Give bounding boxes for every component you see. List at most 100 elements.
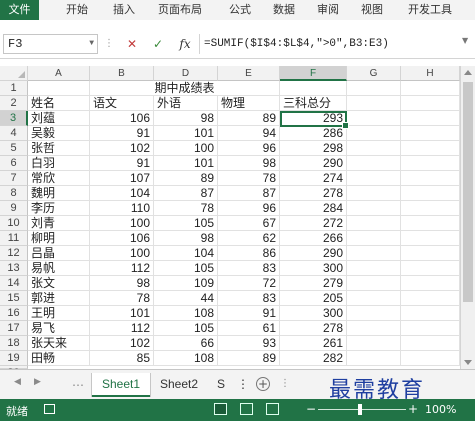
row-header[interactable]: 2: [0, 96, 28, 111]
scroll-up-icon[interactable]: [464, 70, 472, 75]
cell[interactable]: [401, 306, 460, 321]
cell-english[interactable]: 101: [154, 126, 218, 141]
cell-english[interactable]: 87: [154, 186, 218, 201]
cell-chinese[interactable]: 101: [90, 306, 154, 321]
header-cell-english[interactable]: 外语: [154, 96, 218, 111]
sheet-tab-truncated[interactable]: S: [207, 373, 235, 395]
cell[interactable]: [401, 81, 460, 96]
formula-input[interactable]: =SUMIF($I$4:$L$4,">0",B3:E3): [199, 34, 461, 54]
cell[interactable]: [401, 276, 460, 291]
cell-chinese[interactable]: 106: [90, 111, 154, 126]
cell-total[interactable]: 278: [280, 186, 347, 201]
row-header[interactable]: 5: [0, 141, 28, 156]
cell-physics[interactable]: 98: [218, 156, 280, 171]
zoom-out-button[interactable]: −: [306, 402, 316, 416]
header-cell-name[interactable]: 姓名: [28, 96, 90, 111]
tab-view[interactable]: 视图: [352, 0, 392, 20]
header-cell-physics[interactable]: 物理: [218, 96, 280, 111]
row-header[interactable]: 6: [0, 156, 28, 171]
worksheet-grid[interactable]: 期中成绩表 姓名 语文 外语 物理 三科总分 刘蕴 106 98 89 293 吴毅 91 1…: [28, 81, 460, 369]
cell[interactable]: [347, 351, 401, 366]
cell-total[interactable]: 286: [280, 126, 347, 141]
grip-dots-icon[interactable]: ⋮: [104, 34, 114, 54]
cell-chinese[interactable]: 110: [90, 201, 154, 216]
cell-name[interactable]: 魏明: [28, 186, 90, 201]
cell[interactable]: [347, 156, 401, 171]
chevron-down-icon[interactable]: ▼: [89, 35, 94, 53]
page-break-view-icon[interactable]: [266, 403, 279, 415]
cell-english[interactable]: 98: [154, 231, 218, 246]
cell-english[interactable]: 66: [154, 336, 218, 351]
cell-name[interactable]: 易飞: [28, 321, 90, 336]
cell-physics[interactable]: 87: [218, 186, 280, 201]
column-header-d[interactable]: D: [154, 66, 218, 81]
row-header[interactable]: 17: [0, 321, 28, 336]
cell-english[interactable]: 108: [154, 351, 218, 366]
cell-physics[interactable]: 89: [218, 111, 280, 126]
column-header-g[interactable]: G: [347, 66, 401, 81]
cell-chinese[interactable]: 112: [90, 261, 154, 276]
cell[interactable]: [401, 171, 460, 186]
cell-name[interactable]: 张文: [28, 276, 90, 291]
column-header-f[interactable]: F: [280, 66, 347, 81]
column-header-a[interactable]: A: [28, 66, 90, 81]
next-sheet-icon[interactable]: ▶: [34, 377, 41, 387]
cell-chinese[interactable]: 91: [90, 156, 154, 171]
cell-name[interactable]: 白羽: [28, 156, 90, 171]
cell-total[interactable]: 266: [280, 231, 347, 246]
cell-chinese[interactable]: 102: [90, 336, 154, 351]
cell[interactable]: [347, 231, 401, 246]
cell-physics[interactable]: 78: [218, 171, 280, 186]
cell-total[interactable]: 300: [280, 261, 347, 276]
cell-english[interactable]: 101: [154, 156, 218, 171]
cancel-x-icon[interactable]: ✕: [123, 34, 141, 54]
zoom-level[interactable]: 100%: [425, 403, 456, 416]
tab-file[interactable]: 文件: [0, 0, 39, 20]
cell-english[interactable]: 44: [154, 291, 218, 306]
cell[interactable]: [401, 96, 460, 111]
cell-physics[interactable]: 96: [218, 201, 280, 216]
cell-physics[interactable]: 89: [218, 351, 280, 366]
row-header[interactable]: 13: [0, 261, 28, 276]
cell-chinese[interactable]: 78: [90, 291, 154, 306]
header-cell-total[interactable]: 三科总分: [280, 96, 347, 111]
prev-sheet-icon[interactable]: ◀: [14, 377, 21, 387]
cell-physics[interactable]: 62: [218, 231, 280, 246]
cell[interactable]: [347, 111, 401, 126]
cell-chinese[interactable]: 104: [90, 186, 154, 201]
row-header[interactable]: 12: [0, 246, 28, 261]
header-cell-chinese[interactable]: 语文: [90, 96, 154, 111]
cell-english[interactable]: 89: [154, 171, 218, 186]
cell-name[interactable]: 张天来: [28, 336, 90, 351]
cell-chinese[interactable]: 102: [90, 141, 154, 156]
row-header[interactable]: 14: [0, 276, 28, 291]
cell-physics[interactable]: 93: [218, 336, 280, 351]
cell[interactable]: [401, 246, 460, 261]
row-header[interactable]: 11: [0, 231, 28, 246]
cell-total[interactable]: 290: [280, 156, 347, 171]
cell[interactable]: [347, 321, 401, 336]
cell-total[interactable]: 274: [280, 171, 347, 186]
cell-english[interactable]: 108: [154, 306, 218, 321]
fill-handle[interactable]: [342, 122, 349, 129]
cell[interactable]: [280, 81, 347, 96]
cell[interactable]: [347, 276, 401, 291]
tab-overflow-icon[interactable]: …: [72, 375, 84, 389]
row-header[interactable]: 10: [0, 216, 28, 231]
scroll-down-icon[interactable]: [464, 360, 472, 365]
sheet-title-cell[interactable]: 期中成绩表: [90, 81, 280, 96]
cell[interactable]: [347, 201, 401, 216]
cell[interactable]: [401, 261, 460, 276]
cell-total[interactable]: 205: [280, 291, 347, 306]
cell-total[interactable]: 284: [280, 201, 347, 216]
active-cell-selection[interactable]: [280, 111, 349, 129]
cell-english[interactable]: 100: [154, 141, 218, 156]
cell-physics[interactable]: 61: [218, 321, 280, 336]
cell-name[interactable]: 王明: [28, 306, 90, 321]
cell-total[interactable]: 279: [280, 276, 347, 291]
check-icon[interactable]: ✓: [149, 34, 167, 54]
cell-chinese[interactable]: 100: [90, 216, 154, 231]
cell-physics[interactable]: 96: [218, 141, 280, 156]
cell[interactable]: [28, 81, 90, 96]
row-header[interactable]: 19: [0, 351, 28, 366]
